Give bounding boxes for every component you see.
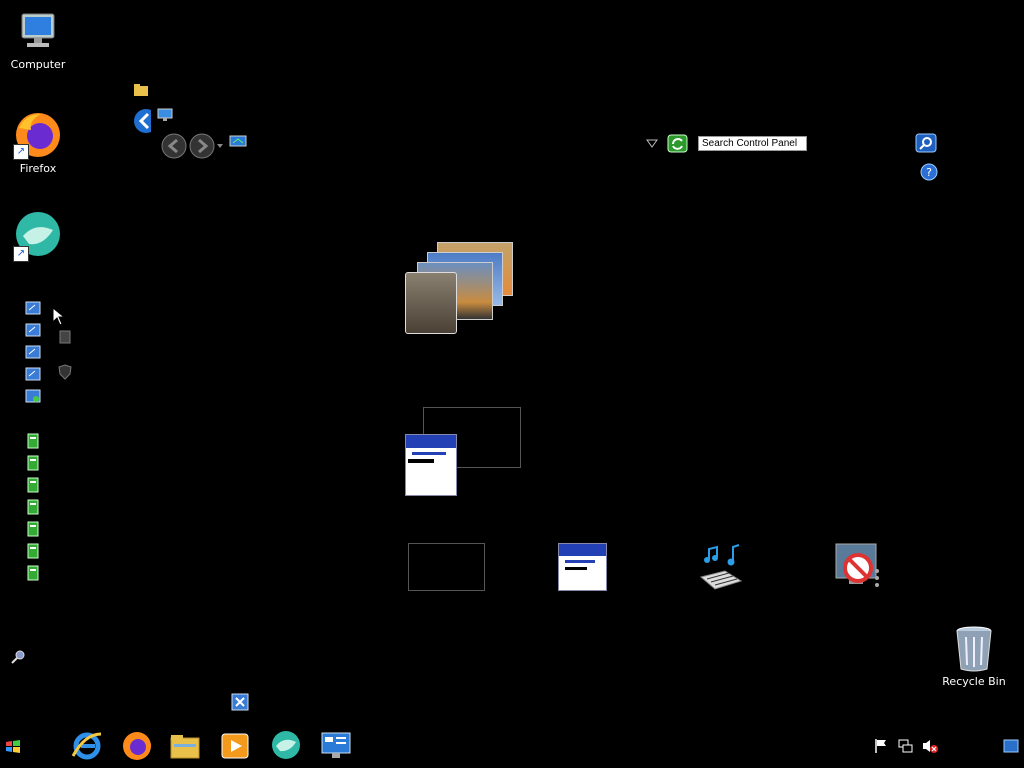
firefox-icon[interactable] [121, 730, 153, 762]
computer-icon [21, 13, 55, 47]
search-input[interactable]: Search Control Panel [698, 136, 807, 151]
sounds-icon[interactable] [695, 541, 745, 591]
small-icon-list-green [25, 433, 41, 587]
small-icon-list-blue [25, 300, 41, 410]
forward-button[interactable] [188, 132, 216, 160]
desktop-background-icon[interactable] [405, 240, 515, 336]
network-green-icon[interactable] [25, 455, 41, 471]
monitor-icon [157, 108, 173, 121]
address-dropdown-icon[interactable] [646, 139, 658, 149]
desktop-icon-bird-app[interactable]: ↗ [3, 212, 73, 262]
back-button[interactable] [160, 132, 188, 160]
media-player-icon[interactable] [219, 730, 251, 762]
notepad-gray-icon[interactable] [58, 330, 72, 344]
control-panel-icon[interactable] [320, 730, 352, 762]
computer-label: Computer [10, 58, 66, 71]
shield-icon[interactable] [58, 364, 72, 380]
control-panel-address-icon [229, 135, 247, 147]
taskbar [0, 728, 1024, 768]
shortcut-blue-icon[interactable] [25, 366, 41, 382]
desktop-icon-recycle-bin[interactable]: Recycle Bin [939, 625, 1009, 688]
tool-blue-icon[interactable] [231, 693, 249, 711]
show-desktop-icon[interactable] [1003, 739, 1019, 753]
refresh-icon[interactable] [667, 134, 688, 153]
internet-explorer-icon[interactable] [71, 730, 103, 762]
volume-muted-icon[interactable] [921, 738, 939, 754]
firefox-label: Firefox [19, 162, 57, 175]
svg-text:?: ? [926, 166, 932, 179]
recycle-bin-icon [956, 626, 992, 672]
shortcut-arrow-icon: ↗ [13, 144, 29, 160]
folder-icon [134, 84, 148, 96]
recycle-bin-label: Recycle Bin [942, 675, 1006, 688]
window-color-icon[interactable] [405, 434, 457, 496]
network-green-icon[interactable] [25, 477, 41, 493]
network-green-icon[interactable] [25, 521, 41, 537]
shortcut-blue-icon[interactable] [25, 388, 41, 404]
recent-pages-dropdown-icon[interactable] [216, 142, 224, 150]
start-windows-icon[interactable] [5, 739, 21, 755]
shortcut-blue-icon[interactable] [25, 344, 41, 360]
mouse-cursor-icon [53, 308, 65, 326]
window-settings-icon[interactable] [558, 543, 607, 591]
network-green-icon[interactable] [25, 433, 41, 449]
action-center-flag-icon[interactable] [873, 738, 889, 754]
screen-saver-preview-icon[interactable] [408, 543, 485, 591]
shortcut-arrow-icon: ↗ [13, 246, 29, 262]
bird-app-icon[interactable] [270, 730, 302, 762]
file-explorer-icon[interactable] [169, 730, 201, 762]
screen-saver-blocked-icon[interactable] [833, 541, 883, 591]
network-green-icon[interactable] [25, 499, 41, 515]
search-icon[interactable] [915, 133, 937, 153]
shortcut-blue-icon[interactable] [25, 300, 41, 316]
help-icon[interactable]: ? [920, 163, 938, 181]
shortcut-blue-icon[interactable] [25, 322, 41, 338]
desktop-icon-firefox[interactable]: ↗ Firefox [3, 110, 73, 175]
magnifier-icon[interactable] [11, 650, 25, 664]
network-green-icon[interactable] [25, 543, 41, 559]
back-arrow-icon[interactable] [133, 108, 151, 134]
network-icon[interactable] [897, 738, 913, 754]
desktop-icon-computer[interactable]: Computer [3, 8, 73, 71]
network-green-icon[interactable] [25, 565, 41, 581]
